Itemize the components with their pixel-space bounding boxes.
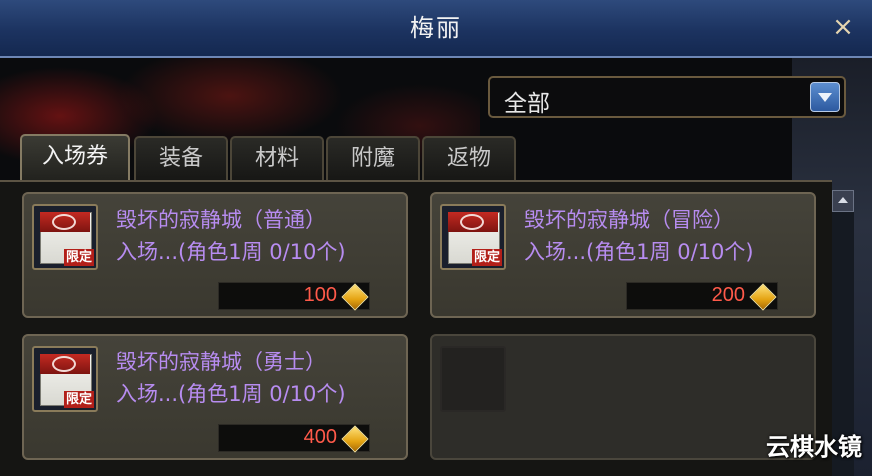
price-bar: 200 (626, 282, 778, 311)
item-name: 毁坏的寂静城（冒险） (524, 208, 734, 232)
shop-item-card[interactable]: 限定 毁坏的寂静城（勇士） 入场...(角色1周 0/10个) 400 (22, 334, 408, 460)
shop-item-card[interactable]: 限定 毁坏的寂静城（普通） 入场...(角色1周 0/10个) 100 (22, 192, 408, 318)
item-desc: 入场...(角色1周 0/10个) (524, 240, 754, 264)
tab-materials[interactable]: 材料 (230, 136, 324, 180)
limited-badge: 限定 (63, 391, 94, 408)
tab-tickets[interactable]: 入场券 (20, 134, 130, 180)
item-price: 100 (303, 284, 337, 306)
ticket-icon: 限定 (32, 346, 98, 412)
tab-return[interactable]: 返物 (422, 136, 516, 180)
price-bar: 100 (218, 282, 370, 311)
scroll-up-button[interactable] (832, 190, 854, 212)
item-price: 200 (711, 284, 745, 306)
gold-gem-icon (341, 283, 369, 311)
item-desc: 入场...(角色1周 0/10个) (116, 240, 346, 264)
ticket-icon: 限定 (440, 204, 506, 270)
shop-item-card[interactable]: 限定 毁坏的寂静城（冒险） 入场...(角色1周 0/10个) 200 (430, 192, 816, 318)
price-bar: 400 (218, 424, 370, 453)
tab-enchant[interactable]: 附魔 (326, 136, 420, 180)
item-desc: 入场...(角色1周 0/10个) (116, 382, 346, 406)
watermark: 云棋水镜 (766, 433, 862, 461)
item-name: 毁坏的寂静城（普通） (116, 208, 326, 232)
limited-badge: 限定 (471, 249, 502, 266)
gold-gem-icon (749, 283, 777, 311)
gold-gem-icon (341, 425, 369, 453)
ticket-icon: 限定 (32, 204, 98, 270)
item-price: 400 (303, 426, 337, 448)
filter-dropdown[interactable]: 全部 (488, 76, 846, 118)
item-name: 毁坏的寂静城（勇士） (116, 350, 326, 374)
window-title: 梅丽 (410, 14, 462, 42)
limited-badge: 限定 (63, 249, 94, 266)
tab-equipment[interactable]: 装备 (134, 136, 228, 180)
close-icon[interactable]: × (830, 14, 856, 40)
empty-icon-slot (440, 346, 506, 412)
chevron-down-icon[interactable] (810, 82, 840, 112)
empty-item-slot (430, 334, 816, 460)
filter-dropdown-value: 全部 (504, 91, 550, 117)
